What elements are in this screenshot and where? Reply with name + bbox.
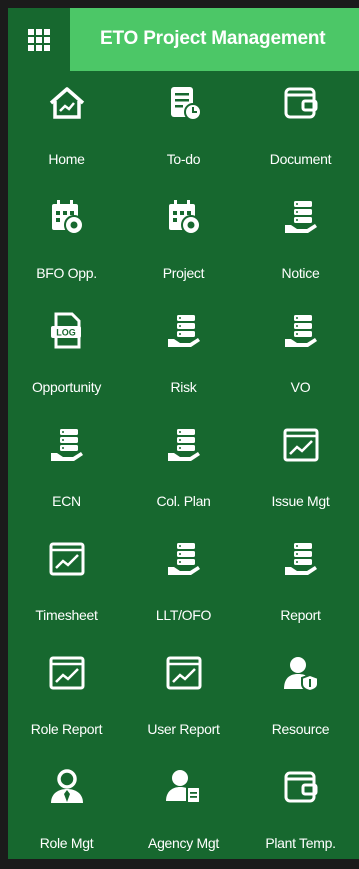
app-title-bar: ETO Project Management	[70, 8, 359, 71]
calendar-gear-icon	[164, 197, 204, 237]
tile-agency-mgt[interactable]: Agency Mgt	[125, 755, 242, 869]
tile-label: Opportunity	[31, 379, 102, 395]
tile-opportunity[interactable]: LOG Opportunity	[8, 299, 125, 413]
tile-project[interactable]: Project	[125, 185, 242, 299]
tile-llt-ofo[interactable]: LLT/OFO	[125, 527, 242, 641]
calendar-gear-icon	[47, 197, 87, 237]
server-hand-icon	[47, 425, 87, 465]
app-title: ETO Project Management	[100, 28, 326, 49]
tile-resource[interactable]: Resource	[242, 641, 359, 755]
user-shield-icon	[281, 653, 321, 693]
user-doc-icon	[164, 767, 204, 807]
header: ETO Project Management	[8, 8, 359, 71]
menu-button[interactable]	[8, 8, 70, 71]
app-panel: ETO Project Management Home To-do Document…	[8, 8, 359, 859]
tile-bfo-opp[interactable]: BFO Opp.	[8, 185, 125, 299]
server-hand-icon	[281, 539, 321, 579]
server-hand-icon	[281, 197, 321, 237]
tile-risk[interactable]: Risk	[125, 299, 242, 413]
log-file-icon: LOG	[47, 311, 87, 351]
tile-issue-mgt[interactable]: Issue Mgt	[242, 413, 359, 527]
tile-label: VO	[290, 379, 311, 395]
tile-label: Timesheet	[35, 607, 98, 623]
chart-window-icon	[47, 653, 87, 693]
tile-label: Resource	[271, 721, 330, 737]
home-chart-icon	[47, 83, 87, 123]
tile-plant-temp[interactable]: Plant Temp.	[242, 755, 359, 869]
server-hand-icon	[164, 311, 204, 351]
server-hand-icon	[164, 425, 204, 465]
tile-label: Home	[48, 151, 85, 167]
tile-label: Project	[162, 265, 205, 281]
tile-label: ECN	[52, 493, 81, 509]
tile-role-report[interactable]: Role Report	[8, 641, 125, 755]
tile-report[interactable]: Report	[242, 527, 359, 641]
grid-menu-icon[interactable]	[28, 28, 50, 51]
tile-label: LLT/OFO	[155, 607, 212, 623]
chart-window-icon	[281, 425, 321, 465]
todo-clock-icon	[164, 83, 204, 123]
tile-label: Plant Temp.	[265, 835, 336, 851]
tile-vo[interactable]: VO	[242, 299, 359, 413]
tile-col-plan[interactable]: Col. Plan	[125, 413, 242, 527]
tile-to-do[interactable]: To-do	[125, 71, 242, 185]
tile-label: User Report	[147, 721, 220, 737]
tile-label: Col. Plan	[156, 493, 211, 509]
tile-label: BFO Opp.	[36, 265, 97, 281]
server-hand-icon	[281, 311, 321, 351]
tile-label: Agency Mgt	[148, 835, 219, 851]
wallet-icon	[281, 767, 321, 807]
tile-label: Role Report	[30, 721, 103, 737]
tile-label: Issue Mgt	[271, 493, 330, 509]
chart-window-icon	[164, 653, 204, 693]
tile-user-report[interactable]: User Report	[125, 641, 242, 755]
tile-notice[interactable]: Notice	[242, 185, 359, 299]
chart-window-icon	[47, 539, 87, 579]
tile-ecn[interactable]: ECN	[8, 413, 125, 527]
tile-label: Notice	[281, 265, 320, 281]
tile-document[interactable]: Document	[242, 71, 359, 185]
tile-home[interactable]: Home	[8, 71, 125, 185]
tile-label: Report	[280, 607, 321, 623]
svg-text:LOG: LOG	[56, 328, 76, 338]
tile-label: Role Mgt	[39, 835, 94, 851]
user-tie-icon	[47, 767, 87, 807]
tile-label: To-do	[166, 151, 201, 167]
tile-label: Risk	[170, 379, 197, 395]
server-hand-icon	[164, 539, 204, 579]
tile-role-mgt[interactable]: Role Mgt	[8, 755, 125, 869]
tile-timesheet[interactable]: Timesheet	[8, 527, 125, 641]
tile-label: Document	[269, 151, 332, 167]
wallet-icon	[281, 83, 321, 123]
